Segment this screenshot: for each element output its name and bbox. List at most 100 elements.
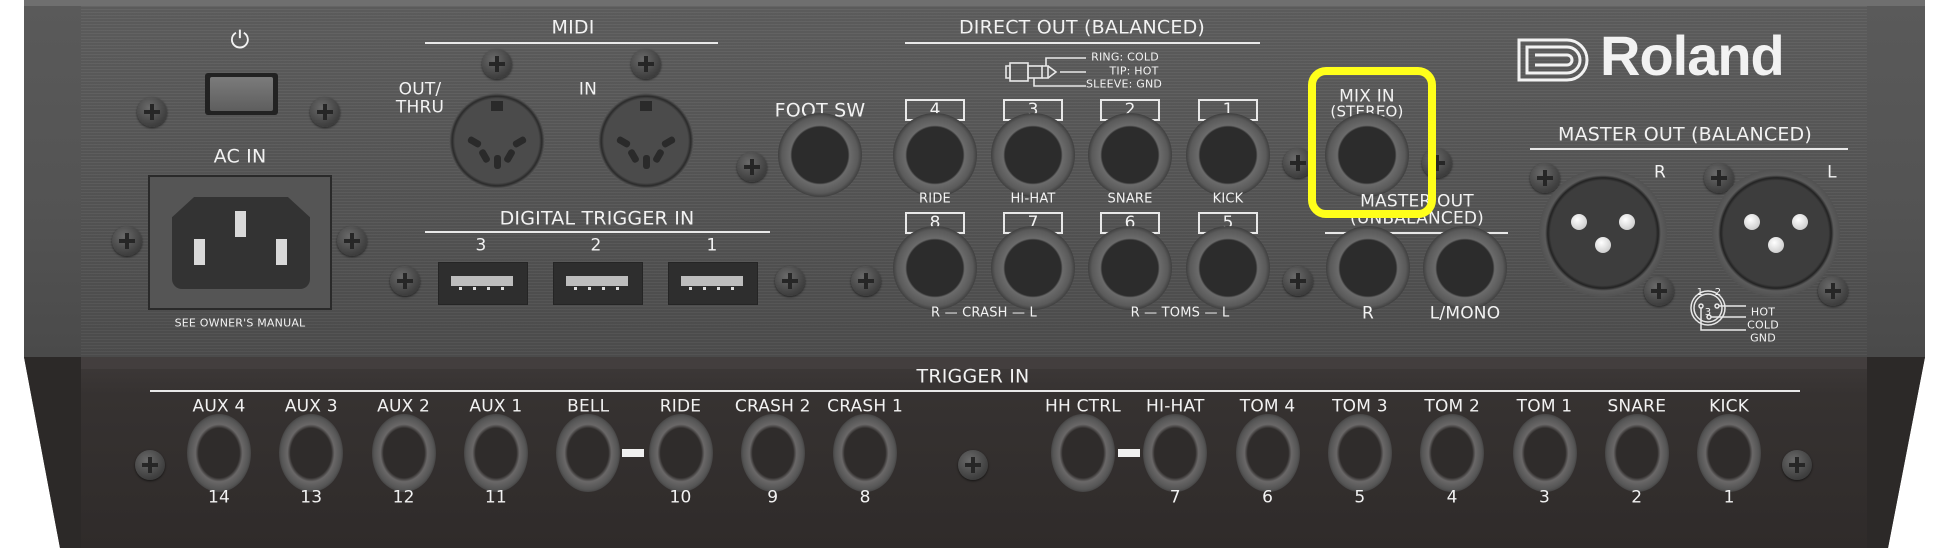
direct-out-jack-5[interactable]: [1186, 226, 1270, 310]
direct-out-jack-1[interactable]: [1186, 113, 1270, 197]
midi-pin: [494, 155, 501, 169]
master-out-l-mono-jack[interactable]: [1423, 226, 1507, 310]
trigger-in-jack[interactable]: [371, 414, 436, 492]
screw-icon: [775, 266, 805, 296]
trigger-in-label: TOM 2: [1424, 396, 1481, 417]
midi-in-port[interactable]: [598, 93, 694, 189]
direct-out-jack-3[interactable]: [991, 113, 1075, 197]
trigger-in-number: 2: [1631, 487, 1643, 508]
trigger-in-number: 10: [669, 487, 692, 508]
trigger-in-number: 12: [392, 487, 415, 508]
top-rim: [24, 0, 1925, 6]
trigger-in-label: TOM 4: [1239, 396, 1296, 417]
trigger-in-jack[interactable]: [1051, 414, 1115, 492]
midi-notch: [491, 101, 503, 111]
trigger-in-jack[interactable]: [1420, 414, 1485, 492]
digital-trigger-usb-port-2[interactable]: [553, 262, 643, 305]
screw-icon: [337, 226, 367, 256]
ac-in-socket[interactable]: [148, 175, 332, 310]
trigger-in-jack[interactable]: [279, 414, 344, 492]
master-out-xlr-r[interactable]: [1539, 169, 1667, 297]
midi-title: MIDI: [551, 16, 595, 39]
direct-out-jack-6[interactable]: [1088, 226, 1172, 310]
mix-in-highlight: [1308, 67, 1436, 218]
direct-out-jack-2[interactable]: [1088, 113, 1172, 197]
screw-icon: [112, 226, 142, 256]
foot-sw-jack[interactable]: [778, 113, 862, 197]
ac-pin: [235, 211, 246, 237]
midi-pin: [511, 135, 528, 149]
digital-trigger-port-number: 2: [590, 235, 602, 256]
crash-pair-label: R — CRASH — L: [931, 305, 1037, 321]
master-out-xlr-l[interactable]: [1712, 169, 1840, 297]
trigger-in-title: TRIGGER IN: [916, 365, 1030, 388]
trigger-in-label: CRASH 2: [734, 396, 811, 417]
xlr-pin: [1792, 214, 1808, 230]
trigger-in-jack[interactable]: [1604, 414, 1669, 492]
xlr-gnd-label: GND: [1750, 331, 1776, 345]
power-button-cap: [210, 77, 273, 111]
digital-trigger-divider: [425, 231, 770, 233]
usb-slot: [681, 276, 743, 286]
screw-icon: [851, 266, 881, 296]
trigger-in-number: 3: [1538, 487, 1551, 508]
trigger-in-jack[interactable]: [1143, 414, 1208, 492]
direct-out-label: KICK: [1212, 191, 1244, 207]
trigger-in-number: 1: [1723, 487, 1735, 508]
ac-pin: [276, 239, 287, 265]
trigger-in-label: AUX 1: [469, 396, 523, 417]
hh-ctrl-hihat-link: [1118, 449, 1140, 457]
screw-icon: [1818, 276, 1848, 306]
trigger-in-number: 13: [300, 487, 323, 508]
digital-trigger-usb-port-1[interactable]: [668, 262, 758, 305]
trigger-in-number: 5: [1354, 487, 1366, 508]
trigger-in-jack[interactable]: [187, 414, 251, 492]
xlr-pin: [1744, 214, 1760, 230]
power-button[interactable]: [205, 73, 278, 115]
trigger-in-number: 11: [484, 487, 507, 508]
trigger-in-label: AUX 4: [192, 396, 246, 417]
trigger-in-jack[interactable]: [556, 414, 621, 492]
trigger-in-jack[interactable]: [1327, 414, 1392, 492]
ac-pin: [194, 239, 205, 265]
trigger-in-jack[interactable]: [463, 414, 528, 492]
wiring-tip-label: TIP: HOT: [1109, 64, 1159, 78]
screw-icon: [631, 49, 661, 79]
trigger-in-jack[interactable]: [740, 414, 805, 492]
power-symbol-icon: ⏻: [230, 26, 250, 54]
screw-icon: [390, 266, 420, 296]
direct-out-jack-4[interactable]: [893, 113, 977, 197]
master-out-r-jack[interactable]: [1326, 226, 1410, 310]
trigger-in-label: KICK: [1709, 396, 1750, 417]
ac-inlet: [172, 197, 310, 289]
screw-icon: [737, 152, 767, 182]
screw-icon: [1283, 266, 1313, 296]
trigger-in-number: 6: [1262, 487, 1274, 508]
xlr-hot-label: HOT: [1750, 305, 1776, 319]
midi-out-thru-port[interactable]: [449, 93, 545, 189]
xlr-pin: [1571, 214, 1587, 230]
trigger-in-label: TOM 3: [1332, 396, 1388, 417]
midi-out-label: OUT/: [398, 79, 442, 100]
digital-trigger-port-number: 1: [706, 235, 718, 256]
midi-pin: [502, 148, 517, 164]
trigger-in-label: CRASH 1: [827, 396, 904, 417]
midi-pin: [477, 148, 492, 164]
trigger-in-label: AUX 2: [377, 396, 431, 417]
trigger-in-jack[interactable]: [833, 414, 898, 492]
direct-out-label: SNARE: [1107, 191, 1153, 207]
screw-icon: [958, 450, 988, 480]
xlr-pin: [1768, 237, 1784, 253]
trigger-in-label: AUX 3: [284, 396, 338, 417]
trigger-in-jack[interactable]: [1512, 414, 1577, 492]
trs-plug-diagram-icon: [1005, 57, 1086, 87]
xlr-cold-label: COLD: [1747, 318, 1779, 332]
direct-out-jack-7[interactable]: [991, 226, 1075, 310]
direct-out-jack-8[interactable]: [893, 226, 977, 310]
digital-trigger-usb-port-3[interactable]: [438, 262, 528, 305]
trigger-in-jack[interactable]: [1235, 414, 1300, 492]
trigger-in-jack[interactable]: [1697, 414, 1762, 492]
midi-pin: [643, 155, 650, 169]
trigger-in-jack[interactable]: [648, 414, 713, 492]
trigger-in-number: 7: [1169, 487, 1181, 508]
